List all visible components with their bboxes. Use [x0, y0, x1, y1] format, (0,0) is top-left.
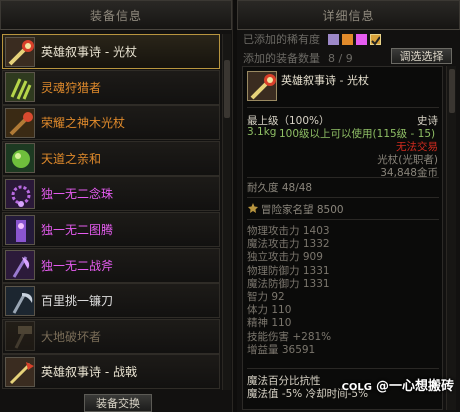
scrollbar-thumb[interactable]: [224, 60, 230, 118]
totem-icon: [5, 214, 35, 245]
orb-icon: [5, 143, 35, 174]
equipment-item-name: 大地破坏者: [41, 329, 102, 344]
equipment-item-name: 天道之亲和: [41, 151, 102, 166]
equipment-item-name: 英雄叙事诗 - 光杖: [41, 45, 137, 59]
equipment-panel-title: 装备信息: [0, 0, 232, 30]
count-row: 添加的装备数量 8 / 9: [243, 50, 353, 66]
detail-panel: 详细信息 已添加的稀有度 添加的装备数量 8 / 9 调选选择 英雄叙事诗 - …: [237, 0, 460, 412]
battle-axe-icon: [5, 250, 35, 281]
scepter-icon: [247, 71, 277, 101]
equipment-item[interactable]: 独一无二念珠: [2, 176, 220, 212]
item-weight: 3.1kg: [247, 126, 277, 138]
watermark: COLG @一心想搬砖: [342, 375, 454, 394]
scrollbar-thumb[interactable]: [449, 69, 455, 113]
item-name: 英雄叙事诗 - 光杖: [281, 74, 369, 87]
equipment-item[interactable]: 大地破坏者: [2, 318, 220, 354]
halberd-icon: [5, 356, 35, 387]
rosary-icon: [5, 178, 35, 209]
fame-icon: [247, 202, 259, 214]
equipment-panel: 装备信息 英雄叙事诗 - 光杖 灵魂狩猎者荣耀之神木光杖 天道之亲和独一无二念珠 独一…: [0, 0, 233, 412]
equipment-item-name: 独一无二图腾: [41, 223, 114, 237]
equipment-item[interactable]: 独一无二战斧: [2, 247, 220, 283]
detail-scrollbar[interactable]: [446, 66, 456, 410]
rarity-row: 已添加的稀有度: [243, 31, 384, 47]
equipment-list-scrollbar[interactable]: [222, 34, 231, 390]
equipment-item-name: 荣耀之神木光杖: [41, 116, 126, 131]
divider: [247, 197, 439, 198]
equipment-item-name: 百里挑一镰刀: [41, 294, 114, 309]
scythe-icon: [5, 285, 35, 316]
equipment-item[interactable]: 百里挑一镰刀: [2, 283, 220, 319]
divider: [247, 368, 439, 369]
hammer-icon: [5, 321, 35, 352]
equipment-item-name: 英雄叙事诗 - 战戟: [41, 365, 137, 380]
equipment-item-name: 独一无二念珠: [41, 187, 114, 202]
rarity-checkbox[interactable]: [342, 33, 353, 45]
equipment-item[interactable]: 英雄叙事诗 - 战戟: [2, 354, 220, 390]
scepter-icon: [5, 36, 35, 67]
divider: [247, 219, 439, 220]
equipment-exchange-button[interactable]: 装备交换: [84, 394, 152, 412]
rarity-checkbox[interactable]: [328, 33, 339, 45]
item-durability: 耐久度 48/48: [247, 182, 313, 194]
equipment-item[interactable]: 天道之亲和: [2, 140, 220, 176]
item-tooltip-card: 英雄叙事诗 - 光杖 最上级（100%） 史诗 3.1kg 100级以上可以使用…: [242, 66, 443, 410]
count-value: 8 / 9: [328, 51, 353, 65]
item-fame: 冒险家名望 8500: [261, 204, 344, 216]
claw-icon: [5, 72, 35, 103]
watermark-text: @一心想搬砖: [375, 379, 454, 394]
rarity-label: 已添加的稀有度: [243, 33, 320, 46]
equipment-item[interactable]: 英雄叙事诗 - 光杖: [2, 34, 220, 69]
count-label: 添加的装备数量: [243, 52, 320, 65]
equipment-item[interactable]: 独一无二图腾: [2, 212, 220, 247]
rarity-checkbox[interactable]: [370, 33, 381, 46]
detail-panel-title: 详细信息: [237, 0, 460, 30]
rarity-checkbox[interactable]: [356, 33, 367, 45]
equipment-item[interactable]: 荣耀之神木光杖: [2, 105, 220, 141]
equipment-item-name: 灵魂狩猎者: [41, 80, 102, 95]
rarity-checkboxes[interactable]: [328, 33, 384, 46]
equipment-item[interactable]: 灵魂狩猎者: [2, 69, 220, 105]
divider: [247, 177, 439, 178]
watermark-logo: COLG: [341, 382, 372, 393]
divider: [247, 107, 439, 108]
item-stat: 增益量 36591: [247, 343, 316, 356]
equipment-item-name: 独一无二战斧: [41, 258, 114, 273]
wood-scepter-icon: [5, 107, 35, 138]
filter-select-button[interactable]: 调选选择: [391, 48, 452, 64]
